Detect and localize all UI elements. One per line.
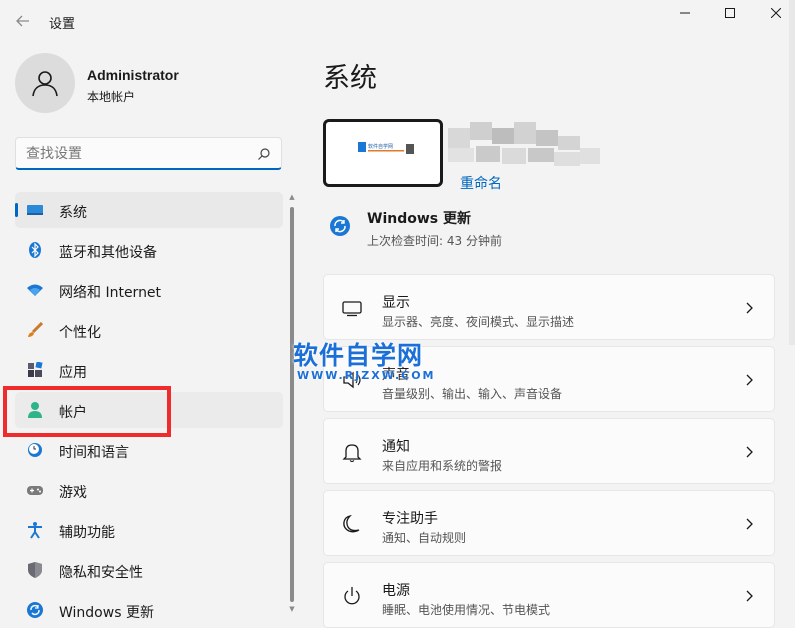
minimize-button[interactable] (662, 0, 708, 26)
sidebar-item-label: 蓝牙和其他设备 (59, 245, 157, 261)
system-icon (27, 205, 43, 215)
sidebar-item-label: 隐私和安全性 (59, 565, 143, 581)
sidebar-item-time-language[interactable]: 时间和语言 (15, 432, 283, 468)
sidebar-item-label: 辅助功能 (59, 525, 115, 541)
monitor-icon (342, 301, 362, 317)
card-title: 通知 (382, 439, 410, 455)
site-watermark: 软件自学网 WWW.RJZXW.COM (293, 336, 443, 386)
update-last-checked: 上次检查时间: 43 分钟前 (367, 234, 502, 248)
card-subtitle: 睡眠、电池使用情况、节电模式 (382, 603, 551, 617)
search-icon[interactable] (257, 147, 271, 161)
card-subtitle: 音量级别、输出、输入、声音设备 (382, 387, 563, 401)
sidebar-item-label: 网络和 Internet (59, 285, 162, 301)
card-title: 专注助手 (382, 511, 438, 527)
update-icon (330, 216, 350, 236)
card-subtitle: 通知、自动规则 (382, 531, 467, 545)
user-profile[interactable]: Administrator 本地帐户 (15, 53, 295, 115)
update-icon (27, 602, 43, 618)
sidebar-item-label: 游戏 (59, 485, 87, 501)
bell-icon (342, 444, 362, 463)
sidebar-item-gaming[interactable]: 游戏 (15, 472, 283, 508)
card-focus-assist[interactable]: 专注助手 通知、自动规则 (323, 490, 775, 556)
settings-cards: 显示 显示器、亮度、夜间模式、显示描述 声音 音量级别、输出、输入、声音设备 通… (323, 274, 775, 628)
chevron-right-icon (746, 302, 753, 314)
chevron-right-icon (746, 374, 753, 386)
sidebar-item-personalization[interactable]: 个性化 (15, 312, 283, 348)
maximize-button[interactable] (707, 0, 753, 26)
card-subtitle: 显示器、亮度、夜间模式、显示描述 (382, 315, 575, 329)
profile-name: Administrator (87, 67, 179, 83)
sidebar-item-accessibility[interactable]: 辅助功能 (15, 512, 283, 548)
rename-link[interactable]: 重命名 (460, 173, 502, 193)
avatar (15, 53, 75, 113)
device-thumbnail: 软件自学网 (323, 119, 443, 187)
brush-icon (28, 322, 43, 337)
profile-account-type: 本地帐户 (87, 90, 136, 104)
card-display[interactable]: 显示 显示器、亮度、夜间模式、显示描述 (323, 274, 775, 340)
title-bar: 设置 (0, 0, 795, 42)
sidebar-item-label: Windows 更新 (59, 605, 154, 621)
shield-icon (28, 562, 42, 578)
card-subtitle: 来自应用和系统的警报 (382, 459, 503, 473)
search-input[interactable] (26, 143, 256, 165)
accessibility-icon (28, 522, 42, 539)
windows-update-status[interactable]: Windows 更新 上次检查时间: 43 分钟前 (323, 203, 773, 253)
page-title: 系统 (323, 63, 377, 94)
back-button[interactable] (10, 8, 36, 34)
sidebar-item-label: 应用 (59, 365, 87, 381)
wifi-icon (27, 284, 43, 296)
annotation-highlight-box (3, 386, 171, 437)
scroll-thumb[interactable] (290, 207, 294, 602)
minimize-icon (680, 12, 690, 14)
gamepad-icon (27, 486, 43, 495)
thumb-logo-text: 软件自学网 (368, 143, 393, 150)
scroll-down-icon[interactable]: ▼ (287, 605, 297, 615)
card-notifications[interactable]: 通知 来自应用和系统的警报 (323, 418, 775, 484)
sidebar-item-bluetooth[interactable]: 蓝牙和其他设备 (15, 232, 283, 268)
search-box[interactable] (15, 137, 282, 170)
update-title: Windows 更新 (367, 211, 471, 227)
close-icon (771, 8, 781, 18)
sidebar-item-privacy[interactable]: 隐私和安全性 (15, 552, 283, 588)
app-title: 设置 (49, 17, 76, 32)
arrow-left-icon (16, 15, 29, 27)
window-scroll-edge (789, 0, 795, 345)
sidebar-item-label: 个性化 (59, 325, 101, 341)
sidebar-item-system[interactable]: 系统 (15, 192, 283, 228)
bluetooth-icon (29, 242, 41, 258)
chevron-right-icon (746, 518, 753, 530)
sidebar-item-network[interactable]: 网络和 Internet (15, 272, 283, 308)
clock-globe-icon (28, 443, 42, 457)
scroll-up-icon[interactable]: ▲ (287, 193, 297, 203)
device-name-blurred (446, 120, 606, 168)
maximize-icon (725, 8, 735, 18)
sidebar-item-label: 时间和语言 (59, 445, 129, 461)
sidebar-scrollbar[interactable]: ▲ ▼ (287, 193, 297, 618)
user-icon (32, 71, 58, 97)
watermark-url: WWW.RJZXW.COM (297, 369, 436, 382)
power-icon (344, 587, 360, 605)
card-title: 电源 (382, 583, 410, 599)
site-logo-icon: 软件自学网 (358, 142, 414, 154)
selection-indicator (15, 203, 18, 217)
chevron-right-icon (746, 446, 753, 458)
card-power[interactable]: 电源 睡眠、电池使用情况、节电模式 (323, 562, 775, 628)
apps-icon (28, 362, 43, 377)
chevron-right-icon (746, 590, 753, 602)
watermark-text: 软件自学网 (293, 341, 424, 370)
sidebar-item-apps[interactable]: 应用 (15, 352, 283, 388)
sidebar-item-windows-update[interactable]: Windows 更新 (15, 592, 283, 628)
card-title: 显示 (382, 295, 410, 311)
sidebar-item-label: 系统 (59, 205, 87, 221)
moon-icon (343, 514, 360, 533)
